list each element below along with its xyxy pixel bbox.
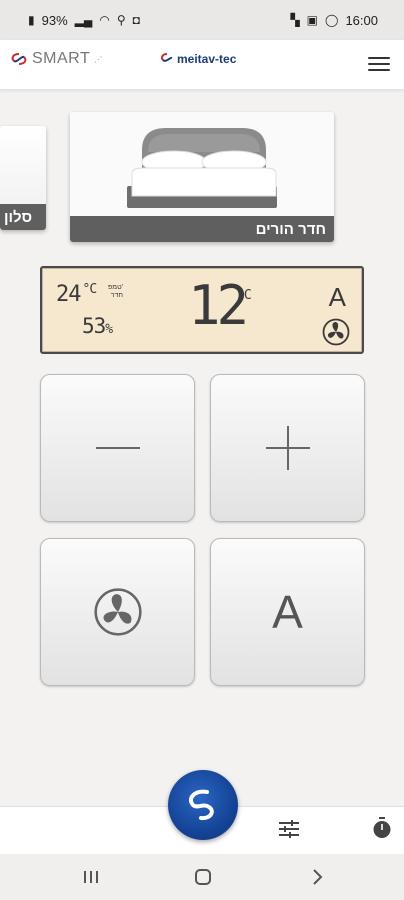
bed-image bbox=[70, 112, 334, 216]
room-card-label: סלון bbox=[0, 204, 46, 230]
app-notification-icon: ▚ bbox=[290, 13, 300, 27]
increase-temperature-button[interactable] bbox=[210, 374, 365, 522]
battery-icon: ▮ bbox=[28, 13, 35, 27]
back-icon[interactable] bbox=[308, 868, 326, 886]
battery-percent: 93% bbox=[41, 12, 68, 28]
timer-icon[interactable] bbox=[371, 817, 393, 839]
humidity-value: 53 bbox=[82, 314, 106, 338]
room-card-salon[interactable]: סלון bbox=[0, 126, 46, 230]
status-left: ▮ 93% ▂▄ ◠ ⚲ ◘ bbox=[28, 13, 140, 28]
room-temp-label: טמפ' חדר bbox=[108, 284, 123, 299]
mode-button[interactable]: A bbox=[210, 538, 365, 686]
minus-icon bbox=[95, 447, 140, 449]
whatsapp-icon: ◯ bbox=[325, 13, 339, 27]
humidity-unit: % bbox=[105, 322, 113, 337]
logo-swirl-icon bbox=[188, 789, 214, 821]
lcd-display: 24 °C טמפ' חדר 53% 12 °C A bbox=[40, 266, 364, 354]
alarm-icon: ◘ bbox=[132, 13, 140, 27]
clock: 16:00 bbox=[345, 12, 378, 28]
status-bar: ▮ 93% ▂▄ ◠ ⚲ ◘ ▚ ▣ ◯ 16:00 bbox=[0, 0, 404, 40]
room-temperature-value: 24 bbox=[56, 282, 81, 307]
setpoint-temperature: 12 bbox=[188, 274, 249, 337]
meitav-tec-text: meitav-tec bbox=[177, 52, 237, 66]
fan-icon bbox=[322, 318, 350, 346]
system-nav-bar bbox=[0, 854, 404, 900]
gallery-icon: ▣ bbox=[306, 13, 319, 27]
fan-icon bbox=[93, 588, 142, 636]
fan-speed-button[interactable] bbox=[40, 538, 195, 686]
decrease-temperature-button[interactable] bbox=[40, 374, 195, 522]
smart-logo-text: SMART bbox=[32, 50, 91, 67]
logo-swirl-icon bbox=[161, 53, 173, 62]
mode-button-label: A bbox=[272, 586, 303, 638]
plus-icon bbox=[265, 426, 310, 470]
mode-indicator: A bbox=[328, 282, 346, 312]
room-temperature: 24 °C bbox=[56, 282, 98, 307]
room-card-parents-bedroom[interactable]: חדר הורים bbox=[70, 112, 334, 242]
menu-icon[interactable] bbox=[368, 54, 390, 74]
tune-icon[interactable] bbox=[278, 818, 300, 840]
meitav-tec-logo: meitav-tec bbox=[160, 52, 236, 66]
setpoint-unit: °C bbox=[236, 288, 252, 303]
logo-swirl-icon bbox=[11, 53, 27, 65]
room-card-label: חדר הורים bbox=[70, 216, 334, 242]
wifi-mark-icon: ⋰ bbox=[94, 54, 103, 64]
humidity: 53% bbox=[82, 314, 113, 338]
home-icon[interactable] bbox=[194, 868, 212, 886]
wifi-icon: ◠ bbox=[99, 13, 110, 27]
location-icon: ⚲ bbox=[116, 13, 126, 27]
signal-icon: ▂▄ bbox=[74, 13, 93, 27]
smart-logo: SMART ⋰ bbox=[10, 50, 102, 68]
app-header: SMART ⋰ meitav-tec bbox=[0, 40, 404, 90]
status-right: ▚ ▣ ◯ 16:00 bbox=[290, 13, 378, 28]
room-temperature-unit: °C bbox=[82, 282, 98, 297]
recent-apps-icon[interactable] bbox=[82, 868, 100, 886]
home-fab-button[interactable] bbox=[168, 770, 238, 840]
